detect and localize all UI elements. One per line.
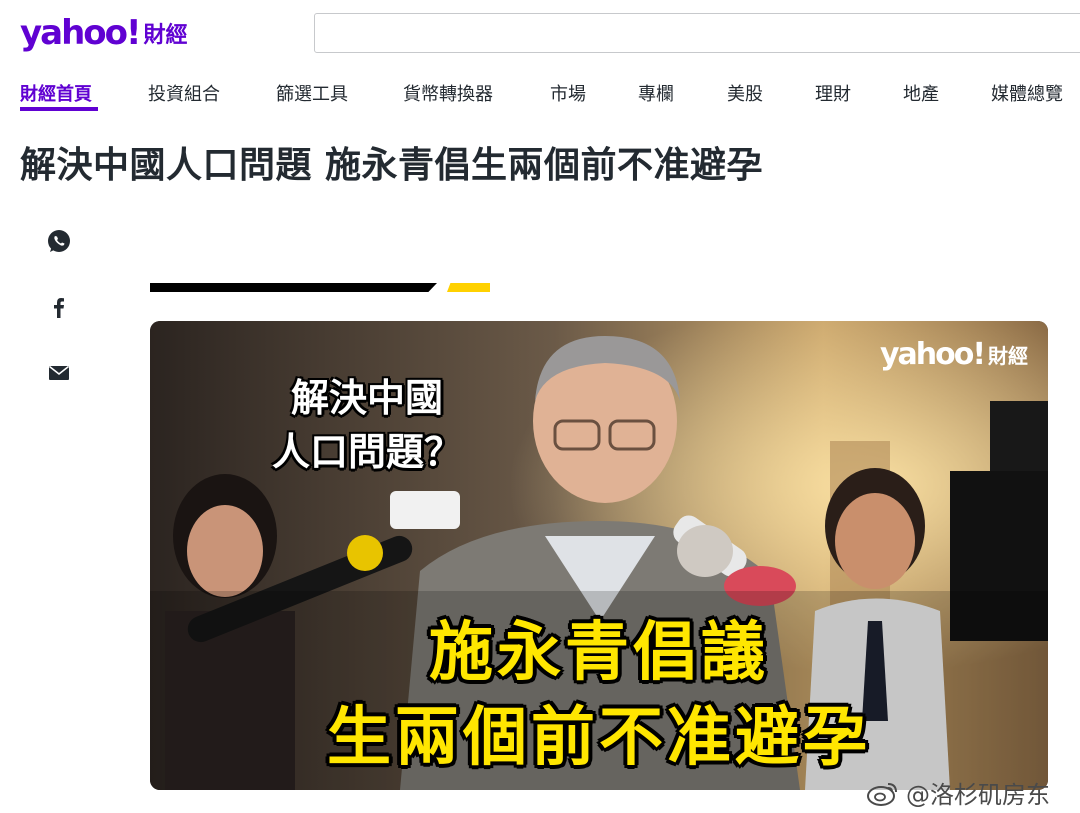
nav-item-portfolio[interactable]: 投資組合 <box>148 80 220 106</box>
mail-icon <box>49 365 69 380</box>
weibo-watermark: @洛杉矶房东 <box>866 775 1050 810</box>
nav-item-currency-converter[interactable]: 貨幣轉換器 <box>403 80 493 106</box>
main-nav: 財經首頁 投資組合 篩選工具 貨幣轉換器 市場 專欄 美股 理財 地產 媒體總覽 <box>0 76 1080 116</box>
share-whatsapp-button[interactable] <box>44 226 74 256</box>
hero-caption-small: 解決中國 人口問題？ <box>262 371 472 479</box>
article-title: 解決中國人口問題 施永青倡生兩個前不准避孕 <box>20 145 764 186</box>
hero-logo-sub: 財經 <box>988 344 1028 368</box>
hero-logo-text: yahoo! <box>879 337 986 372</box>
facebook-icon <box>54 298 64 318</box>
nav-item-property[interactable]: 地產 <box>903 80 939 106</box>
hero-caption-line2: 人口問題？ <box>271 430 462 474</box>
share-email-button[interactable] <box>44 358 74 388</box>
hero-image[interactable]: 解決中國 人口問題？ 施永青倡議 生兩個前不准避孕 yahoo! 財經 <box>150 321 1048 790</box>
hero-caption-line1: 解決中國 <box>290 376 443 420</box>
search-input[interactable] <box>314 13 1080 53</box>
nav-active-underline <box>20 107 98 111</box>
header: yahoo! 財經 <box>0 0 1080 68</box>
nav-item-screener[interactable]: 篩選工具 <box>276 80 348 106</box>
nav-item-markets[interactable]: 市場 <box>550 80 586 106</box>
nav-item-finance-home[interactable]: 財經首頁 <box>20 80 92 106</box>
logo-text: yahoo! <box>20 13 142 53</box>
whatsapp-icon <box>48 230 70 252</box>
nav-item-personal-finance[interactable]: 理財 <box>815 80 851 106</box>
logo-sub: 財經 <box>143 23 188 48</box>
section-divider-black <box>150 283 437 292</box>
nav-item-media-overview[interactable]: 媒體總覽 <box>991 80 1063 106</box>
nav-item-columns[interactable]: 專欄 <box>638 80 674 106</box>
yahoo-finance-logo[interactable]: yahoo! 財經 <box>20 11 188 55</box>
watermark-text: @洛杉矶房东 <box>906 781 1050 809</box>
hero-watermark-logo: yahoo! 財經 <box>880 337 1028 372</box>
nav-item-us-stocks[interactable]: 美股 <box>727 80 763 106</box>
share-facebook-button[interactable] <box>44 292 74 322</box>
section-divider-yellow <box>447 283 490 292</box>
weibo-icon <box>867 782 897 806</box>
hero-headline-line1: 施永青倡議 <box>429 616 769 690</box>
hero-headline-line2: 生兩個前不准避孕 <box>327 701 871 775</box>
